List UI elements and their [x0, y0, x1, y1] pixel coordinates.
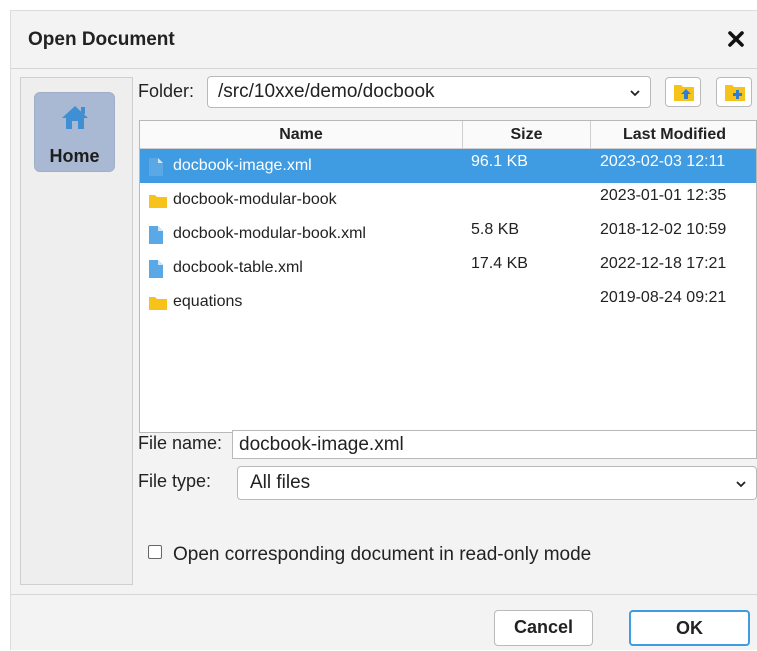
file-type-select[interactable]: All files: [237, 466, 757, 500]
chevron-down-icon: [630, 90, 640, 97]
new-folder-button[interactable]: [716, 77, 752, 107]
file-name-cell: docbook-image.xml: [173, 157, 312, 174]
file-name-cell: docbook-modular-book: [173, 191, 337, 208]
readonly-checkbox[interactable]: [148, 545, 162, 559]
file-name-cell: docbook-table.xml: [173, 259, 303, 276]
table-row[interactable]: docbook-image.xml 96.1 KB 2023-02-03 12:11: [140, 149, 756, 183]
folder-up-icon: [674, 85, 694, 101]
home-icon: [62, 106, 88, 129]
file-modified-cell: 2018-12-02 10:59: [600, 221, 727, 238]
file-modified-cell: 2023-02-03 12:11: [600, 153, 726, 170]
file-icon: [148, 225, 164, 250]
file-modified-cell: 2022-12-18 17:21: [600, 255, 727, 272]
file-size-cell: 5.8 KB: [471, 221, 520, 238]
table-row[interactable]: docbook-modular-book.xml 5.8 KB 2018-12-02…: [140, 217, 756, 251]
folder-combobox[interactable]: /src/10xxe/demo/docbook: [207, 76, 651, 108]
places-sidebar: Home: [20, 77, 133, 585]
file-modified-cell: 2019-08-24 09:21: [600, 289, 727, 306]
folder-add-icon: [725, 85, 745, 101]
file-type-value: All files: [250, 472, 311, 493]
file-size-cell: 17.4 KB: [471, 255, 528, 272]
folder-icon: [148, 193, 168, 214]
file-name-field[interactable]: [232, 430, 757, 459]
file-icon: [148, 259, 164, 284]
file-name-input[interactable]: [233, 431, 756, 458]
dialog-footer: Cancel OK: [11, 594, 757, 651]
home-label: Home: [49, 146, 100, 166]
file-name-label: File name:: [138, 433, 223, 453]
folder-label: Folder:: [138, 81, 195, 101]
ok-button[interactable]: OK: [629, 610, 750, 646]
table-row[interactable]: docbook-modular-book 2023-01-01 12:35: [140, 183, 756, 217]
parent-folder-button[interactable]: [665, 77, 701, 107]
file-name-cell: equations: [173, 293, 243, 310]
close-icon: [728, 31, 744, 47]
file-type-label: File type:: [138, 471, 212, 491]
readonly-label: Open corresponding document in read-only…: [173, 544, 592, 565]
file-icon: [148, 157, 164, 182]
title-bar: Open Document: [11, 11, 757, 69]
table-row[interactable]: docbook-table.xml 17.4 KB 2022-12-18 17:21: [140, 251, 756, 285]
folder-path: /src/10xxe/demo/docbook: [218, 81, 435, 102]
open-document-dialog: Open Document Home Folder: /src/10xxe/de…: [10, 10, 757, 650]
folder-icon: [148, 295, 168, 316]
close-button[interactable]: [726, 29, 746, 49]
file-name-cell: docbook-modular-book.xml: [173, 225, 366, 242]
column-header-name[interactable]: Name: [140, 121, 463, 149]
chevron-down-icon: [736, 481, 746, 488]
dialog-title: Open Document: [28, 29, 175, 50]
home-button[interactable]: Home: [34, 92, 115, 172]
file-size-cell: 96.1 KB: [471, 153, 528, 170]
file-modified-cell: 2023-01-01 12:35: [600, 187, 727, 204]
file-list: Name Size Last Modified docbook-image.xm…: [139, 120, 757, 433]
table-row[interactable]: equations 2019-08-24 09:21: [140, 285, 756, 319]
cancel-button[interactable]: Cancel: [494, 610, 593, 646]
